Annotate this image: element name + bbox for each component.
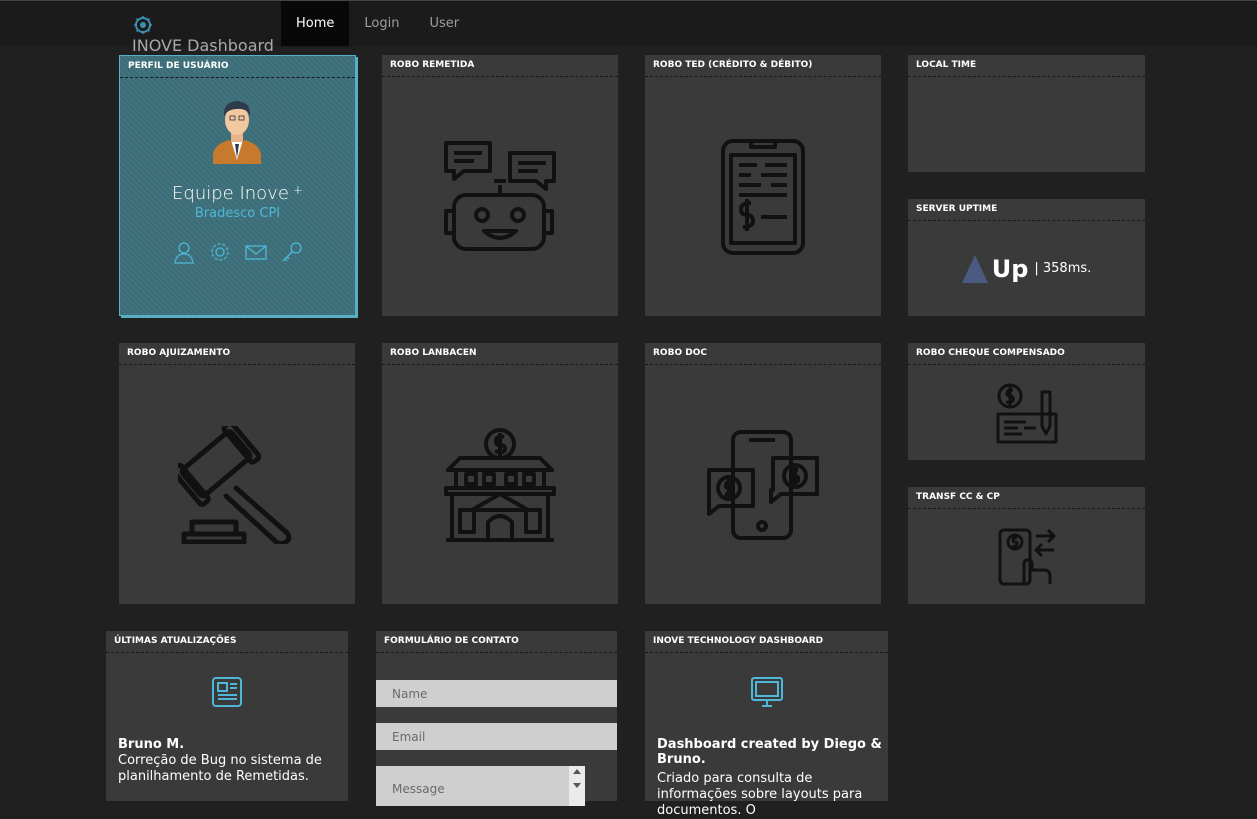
uptime-latency: | 358ms. <box>1034 261 1092 276</box>
tablet-invoice-icon <box>721 138 805 255</box>
profile-name-text: Equipe Inove <box>172 183 289 204</box>
nav-user[interactable]: User <box>414 1 474 46</box>
tile-title: ROBO LANBACEN <box>382 343 618 365</box>
dashboard-credit: Dashboard created by Diego & Bruno. <box>657 737 882 767</box>
local-time-tile: LOCAL TIME <box>908 55 1145 172</box>
tile-body <box>645 77 881 316</box>
update-text: Correção de Bug no sistema de planilhame… <box>118 753 322 784</box>
ultimas-atualizacoes-tile: ÚLTIMAS ATUALIZAÇÕES Bruno M. Correção d… <box>106 631 348 801</box>
bank-icon <box>444 427 556 542</box>
tile-title: LOCAL TIME <box>908 55 1145 77</box>
gavel-icon <box>178 425 292 544</box>
cheque-icon <box>996 383 1057 443</box>
server-uptime-tile: SERVER UPTIME Up | 358ms. <box>908 199 1145 316</box>
tile-title: FORMULÁRIO DE CONTATO <box>376 631 617 653</box>
tile-body <box>382 365 618 604</box>
inove-dashboard-tile: INOVE TECHNOLOGY DASHBOARD Dashboard cre… <box>645 631 888 818</box>
tile-title: TRANSF CC & CP <box>908 487 1145 509</box>
robo-ted-tile[interactable]: ROBO TED (CRÉDITO & DÉBITO) <box>645 55 881 316</box>
profile-plus: + <box>292 183 303 197</box>
phone-money-exchange-icon <box>707 429 819 540</box>
profile-subtitle: Bradesco CPI <box>194 206 281 221</box>
tile-title: ROBO REMETIDA <box>382 55 618 77</box>
nav-home[interactable]: Home <box>281 1 350 46</box>
message-scrollbar[interactable] <box>569 766 585 806</box>
newspaper-icon <box>212 677 242 707</box>
tile-title: ÚLTIMAS ATUALIZAÇÕES <box>106 631 348 653</box>
key-icon[interactable] <box>280 240 304 264</box>
uptime-body: Up | 358ms. <box>908 221 1145 316</box>
robo-lanbacen-tile[interactable]: ROBO LANBACEN <box>382 343 618 604</box>
tile-body <box>382 77 618 316</box>
profile-tile: PERFIL DE USUÁRIO Equipe Inove + Bradesco… <box>119 55 356 316</box>
dashboard-description: Criado para consulta de informações sobr… <box>657 771 863 818</box>
phone-transfer-icon <box>998 528 1055 585</box>
robo-cheque-tile[interactable]: ROBO CHEQUE COMPENSADO <box>908 343 1145 460</box>
gear-icon[interactable] <box>208 240 232 264</box>
monitor-icon <box>751 677 783 707</box>
tile-body <box>908 509 1145 604</box>
main-nav: Home Login User <box>281 1 474 46</box>
tile-title: PERFIL DE USUÁRIO <box>120 56 355 78</box>
robo-ajuizamento-tile[interactable]: ROBO AJUIZAMENTO <box>119 343 355 604</box>
user-icon[interactable] <box>172 240 196 264</box>
gear-globe-icon <box>134 16 152 34</box>
update-author: Bruno M. <box>118 737 185 752</box>
profile-name: Equipe Inove + <box>120 183 355 204</box>
tile-title: ROBO CHEQUE COMPENSADO <box>908 343 1145 365</box>
robo-doc-tile[interactable]: ROBO DOC <box>645 343 881 604</box>
tile-title: ROBO AJUIZAMENTO <box>119 343 355 365</box>
tile-title: INOVE TECHNOLOGY DASHBOARD <box>645 631 888 653</box>
tile-body <box>908 365 1145 460</box>
name-field[interactable] <box>376 680 617 707</box>
tile-body <box>119 365 355 604</box>
tile-body <box>645 365 881 604</box>
brand-title[interactable]: INOVE Dashboard <box>132 36 274 56</box>
avatar <box>213 101 261 164</box>
message-field[interactable] <box>376 766 585 806</box>
tile-title: ROBO TED (CRÉDITO & DÉBITO) <box>645 55 881 77</box>
up-triangle-icon <box>961 254 988 283</box>
tile-title: ROBO DOC <box>645 343 881 365</box>
uptime-status: Up <box>991 254 1029 283</box>
nav-login[interactable]: Login <box>349 1 414 46</box>
robot-chat-icon <box>444 140 556 251</box>
formulario-contato-tile: FORMULÁRIO DE CONTATO <box>376 631 617 806</box>
email-field[interactable] <box>376 723 617 750</box>
robo-remetida-tile[interactable]: ROBO REMETIDA <box>382 55 618 316</box>
profile-actions <box>120 240 355 264</box>
mail-icon[interactable] <box>244 240 268 264</box>
top-navbar: INOVE Dashboard Home Login User <box>0 0 1257 55</box>
transf-cc-cp-tile[interactable]: TRANSF CC & CP <box>908 487 1145 604</box>
tile-title: SERVER UPTIME <box>908 199 1145 221</box>
